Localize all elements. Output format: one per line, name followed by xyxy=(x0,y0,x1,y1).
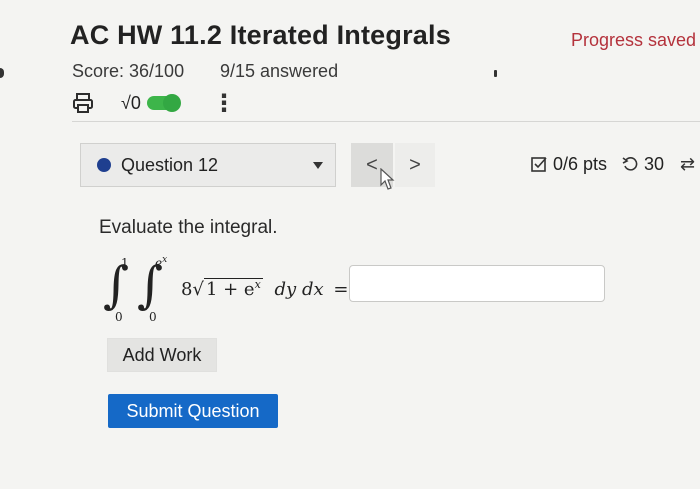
edge-mark xyxy=(0,68,4,78)
toggle-switch[interactable] xyxy=(146,94,181,112)
stray-mark xyxy=(494,70,497,77)
integral-expression: ∫ 1 0 ∫ ex 0 8√ 1 + ex dy dx = xyxy=(103,252,353,324)
question-selector[interactable]: Question 12 xyxy=(80,143,336,187)
question-prompt: Evaluate the integral. xyxy=(99,217,278,238)
page-title: AC HW 11.2 Iterated Integrals xyxy=(70,20,451,50)
attempts-indicator: 30 xyxy=(622,154,664,175)
question-selector-label: Question 12 xyxy=(121,154,219,175)
integrand-coefficient: 8 xyxy=(181,279,193,300)
question-status-dot xyxy=(97,158,111,172)
chevron-left-icon: < xyxy=(366,153,378,176)
retry-icon xyxy=(622,157,638,171)
math-toggle-label: √0 xyxy=(121,92,141,113)
chevron-down-icon xyxy=(313,161,323,169)
header-divider xyxy=(72,121,700,122)
differentials: dy dx xyxy=(274,279,324,300)
equals-sign: = xyxy=(333,279,349,300)
vertical-ellipsis-icon: ⋮ xyxy=(212,89,236,117)
math-entry-toggle[interactable]: √0 xyxy=(121,90,181,116)
answered-count: 9/15 answered xyxy=(220,61,339,81)
more-options-button[interactable]: ⋮ xyxy=(212,89,236,117)
answer-input[interactable] xyxy=(349,265,605,302)
next-question-button[interactable]: > xyxy=(395,143,435,187)
print-button[interactable] xyxy=(72,90,94,116)
integrand: 8√ 1 + ex dy dx = xyxy=(181,278,348,300)
submit-question-button[interactable]: Submit Question xyxy=(108,394,278,428)
pointer-cursor-icon xyxy=(380,168,395,190)
radicand: 1 + ex xyxy=(203,278,263,300)
score-text: Score: 36/100 xyxy=(72,61,185,81)
attempts-text: 30 xyxy=(644,154,665,174)
chevron-right-icon: > xyxy=(409,153,421,176)
progress-status: Progress saved xyxy=(571,30,697,50)
checkbox-icon xyxy=(531,157,547,172)
outer-upper-limit: 1 xyxy=(121,256,129,270)
inner-lower-limit: 0 xyxy=(149,310,157,324)
regenerate-icon[interactable]: ⇄ xyxy=(680,154,695,175)
outer-lower-limit: 0 xyxy=(115,310,123,324)
printer-icon xyxy=(73,93,93,113)
radical-sign: √ xyxy=(192,279,204,300)
points-text: 0/6 pts xyxy=(553,154,608,174)
points-indicator: 0/6 pts xyxy=(531,154,607,175)
add-work-button[interactable]: Add Work xyxy=(107,338,217,372)
inner-upper-limit: ex xyxy=(155,255,168,270)
